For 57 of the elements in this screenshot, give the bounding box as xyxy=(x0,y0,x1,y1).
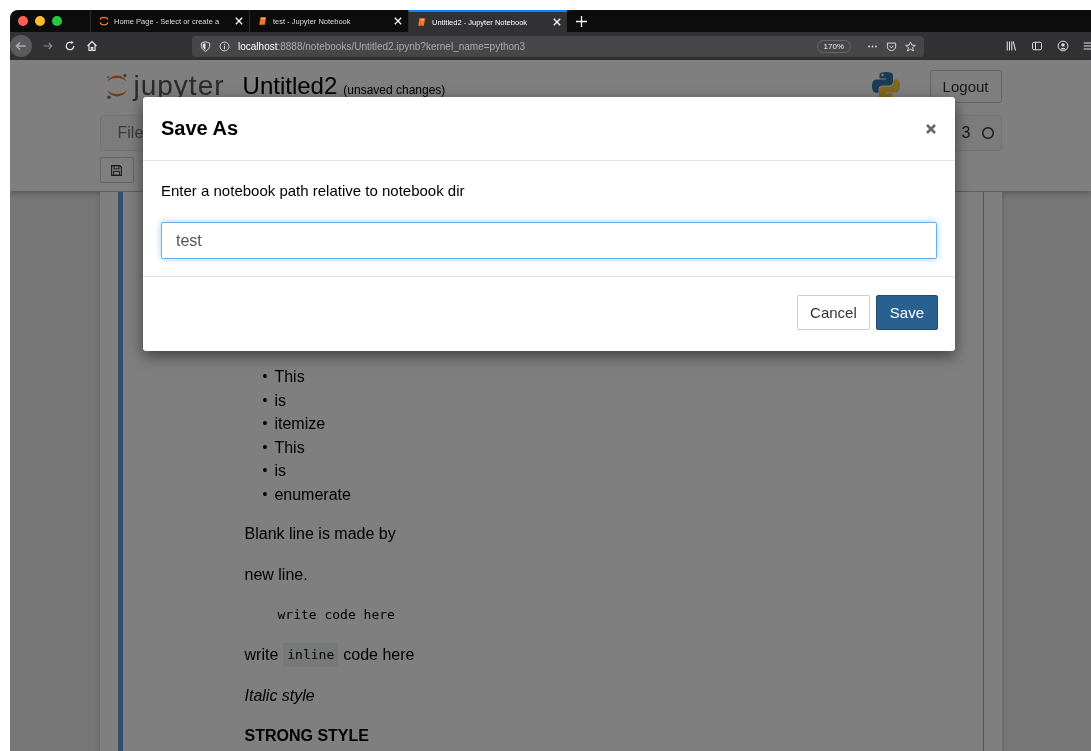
library-icon[interactable] xyxy=(1005,40,1017,52)
list-item: This xyxy=(274,367,305,387)
bullet-marker: • xyxy=(262,367,268,386)
list-item: enumerate xyxy=(274,484,351,505)
paragraph: new line. xyxy=(244,564,309,585)
shield-icon xyxy=(200,40,211,52)
bullet-marker: • xyxy=(262,390,268,410)
floppy-icon xyxy=(110,163,123,177)
list-item: is xyxy=(274,390,286,411)
bullet-marker: • xyxy=(262,437,268,457)
path-input-field[interactable]: test xyxy=(161,222,937,259)
url-text: localhost:8888/notebooks/Untitled2.ipynb?kernel_name=python3 xyxy=(238,40,527,52)
star-icon[interactable] xyxy=(905,40,916,52)
notebook-name[interactable]: Untitled2 xyxy=(242,72,338,100)
save-button[interactable]: Save xyxy=(875,295,938,330)
jupyter-logo-icon xyxy=(104,72,129,100)
save-status: (unsaved changes) xyxy=(343,83,446,97)
minimize-window-button[interactable] xyxy=(35,16,45,26)
close-icon[interactable] xyxy=(925,122,937,135)
list-item: This xyxy=(274,437,305,458)
close-window-button[interactable] xyxy=(18,16,28,26)
address-bar[interactable]: localhost:8888/notebooks/Untitled2.ipynb?kernel_name=python3 170% xyxy=(192,35,924,57)
bullet-marker: • xyxy=(262,414,268,433)
new-tab-icon[interactable] xyxy=(576,15,587,27)
paragraph-text: code here xyxy=(343,645,415,665)
code-text: write code here xyxy=(276,606,396,624)
notebook-icon xyxy=(258,16,268,26)
sidebar-icon[interactable] xyxy=(1031,40,1043,52)
home-icon[interactable] xyxy=(86,40,98,52)
list-item: itemize xyxy=(274,414,326,434)
info-icon xyxy=(219,40,230,52)
close-tab-icon[interactable] xyxy=(235,17,243,25)
zoom-window-button[interactable] xyxy=(52,16,62,26)
close-tab-icon[interactable] xyxy=(394,17,402,25)
bullet-marker: • xyxy=(262,484,268,504)
inline-code: inline xyxy=(283,643,339,667)
jupyter-icon xyxy=(99,16,109,26)
notebook-icon xyxy=(417,17,427,27)
logout-button[interactable]: Logout xyxy=(929,69,1002,103)
paragraph: Blank line is made by xyxy=(244,524,397,544)
account-icon[interactable] xyxy=(1057,40,1069,52)
reload-icon[interactable] xyxy=(64,40,76,52)
save-button[interactable] xyxy=(99,157,134,183)
back-button[interactable] xyxy=(10,35,32,57)
forward-arrow-icon[interactable] xyxy=(42,40,54,52)
cancel-button[interactable]: Cancel xyxy=(797,295,870,330)
bullet-marker: • xyxy=(262,461,268,480)
italic-text: Italic style xyxy=(244,685,316,706)
strong-text: STRONG STYLE xyxy=(244,726,370,746)
jupyter-logo-text: jupyter xyxy=(133,70,225,102)
kernel-name: 3 xyxy=(961,124,971,142)
kernel-status-icon xyxy=(980,126,995,140)
dialog-title: Save As xyxy=(161,117,239,140)
close-tab-icon[interactable] xyxy=(553,18,561,26)
paragraph-text: write xyxy=(244,645,279,665)
list-item: is xyxy=(274,461,286,481)
pocket-icon[interactable] xyxy=(886,40,897,52)
